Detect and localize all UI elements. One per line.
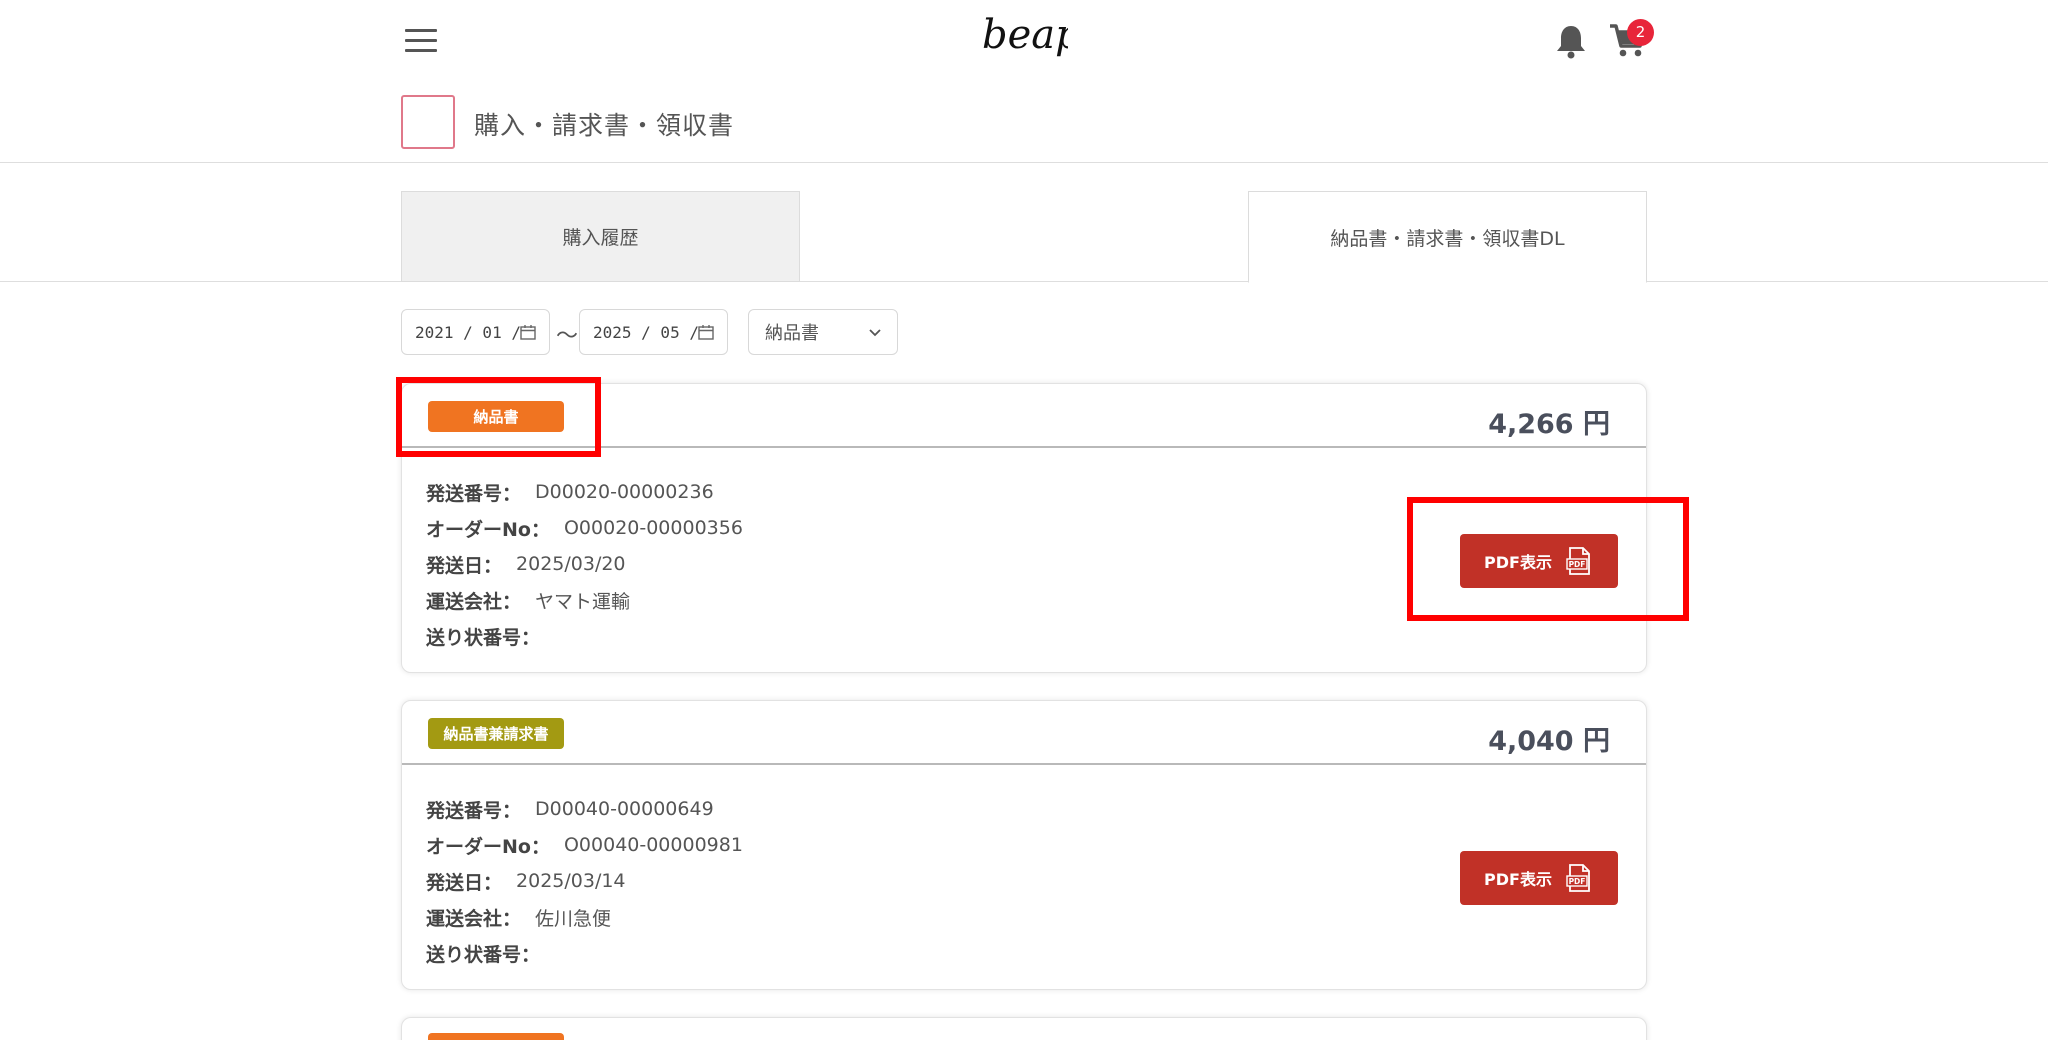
order-number-value: O00020-00000356 — [563, 517, 743, 539]
document-amount: 4,040 円 — [1488, 726, 1610, 757]
page-title-icon — [401, 95, 455, 149]
date-from-value: 2021 / 01 / 0 — [415, 322, 523, 342]
document-type-select[interactable]: 納品書 — [748, 309, 898, 355]
order-number-value: O00040-00000981 — [563, 834, 743, 856]
bell-icon[interactable] — [1554, 23, 1588, 59]
document-type-badge — [428, 1033, 564, 1040]
pdf-view-button[interactable]: PDF表示 PDF — [1460, 851, 1618, 905]
date-to-input[interactable]: 2025 / 05 / 1 — [579, 309, 728, 355]
carrier-label: 運送会社： — [426, 907, 522, 930]
calendar-icon[interactable] — [698, 324, 714, 340]
shipping-number-label: 発送番号： — [426, 482, 522, 505]
pdf-file-icon: PDF — [1566, 547, 1590, 575]
tracking-number-label: 送り状番号： — [426, 626, 541, 649]
page-title: 購入・請求書・領収書 — [474, 111, 735, 140]
shipping-number-row: 発送番号： D00020-00000236 — [426, 474, 1646, 510]
tab-documents-download[interactable]: 納品書・請求書・領収書DL — [1248, 191, 1647, 283]
carrier-label: 運送会社： — [426, 590, 522, 613]
tabs-divider — [0, 281, 2048, 282]
tracking-number-label: 送り状番号： — [426, 943, 541, 966]
shipping-number-value: D00020-00000236 — [535, 481, 714, 503]
cart-count-badge: 2 — [1627, 19, 1654, 46]
date-to-value: 2025 / 05 / 1 — [593, 322, 701, 342]
pdf-file-icon: PDF — [1566, 864, 1590, 892]
calendar-icon[interactable] — [520, 324, 536, 340]
pdf-view-button-label: PDF表示 — [1484, 553, 1552, 572]
document-amount: 4,266 円 — [1488, 409, 1610, 440]
document-type-badge: 納品書 — [428, 401, 564, 432]
beap-logo[interactable]: beap — [978, 6, 1068, 72]
ship-date-value: 2025/03/14 — [516, 870, 626, 892]
pdf-view-button[interactable]: PDF表示 PDF — [1460, 534, 1618, 588]
date-range-separator: 〜 — [556, 324, 579, 349]
ship-date-label: 発送日： — [426, 554, 503, 577]
ship-date-value: 2025/03/20 — [516, 553, 626, 575]
document-card — [401, 1017, 1647, 1040]
tracking-number-row: 送り状番号： — [426, 618, 1646, 654]
document-card-body: 発送番号： D00020-00000236 オーダーNo： O00020-000… — [402, 448, 1646, 672]
order-number-label: オーダーNo： — [426, 518, 550, 541]
document-card: 納品書兼請求書 4,040 円 発送番号： D00040-00000649 オー… — [401, 700, 1647, 990]
svg-text:beap: beap — [982, 12, 1068, 58]
hamburger-menu-icon[interactable] — [405, 29, 437, 55]
shipping-number-row: 発送番号： D00040-00000649 — [426, 791, 1646, 827]
tracking-number-row: 送り状番号： — [426, 935, 1646, 971]
carrier-value: ヤマト運輸 — [535, 590, 631, 613]
chevron-down-icon — [869, 329, 881, 337]
ship-date-label: 発送日： — [426, 871, 503, 894]
tab-purchase-history[interactable]: 購入履歴 — [401, 191, 800, 282]
document-type-badge: 納品書兼請求書 — [428, 718, 564, 749]
document-card-header: 納品書 4,266 円 — [402, 384, 1646, 448]
carrier-value: 佐川急便 — [535, 907, 612, 930]
date-from-input[interactable]: 2021 / 01 / 0 — [401, 309, 550, 355]
document-type-value: 納品書 — [765, 323, 819, 344]
document-card: 納品書 4,266 円 発送番号： D00020-00000236 オーダーNo… — [401, 383, 1647, 673]
shipping-number-label: 発送番号： — [426, 799, 522, 822]
document-card-header: 納品書兼請求書 4,040 円 — [402, 701, 1646, 765]
svg-text:PDF: PDF — [1569, 877, 1586, 886]
order-number-label: オーダーNo： — [426, 835, 550, 858]
shipping-number-value: D00040-00000649 — [535, 798, 714, 820]
header-divider — [0, 162, 2048, 163]
pdf-view-button-label: PDF表示 — [1484, 870, 1552, 889]
page: beap 2 購入・請求書・領収書 購入履歴 納品書・請求書・領収書DL 202… — [0, 0, 2048, 1040]
svg-text:PDF: PDF — [1569, 560, 1586, 569]
document-card-body: 発送番号： D00040-00000649 オーダーNo： O00040-000… — [402, 765, 1646, 989]
